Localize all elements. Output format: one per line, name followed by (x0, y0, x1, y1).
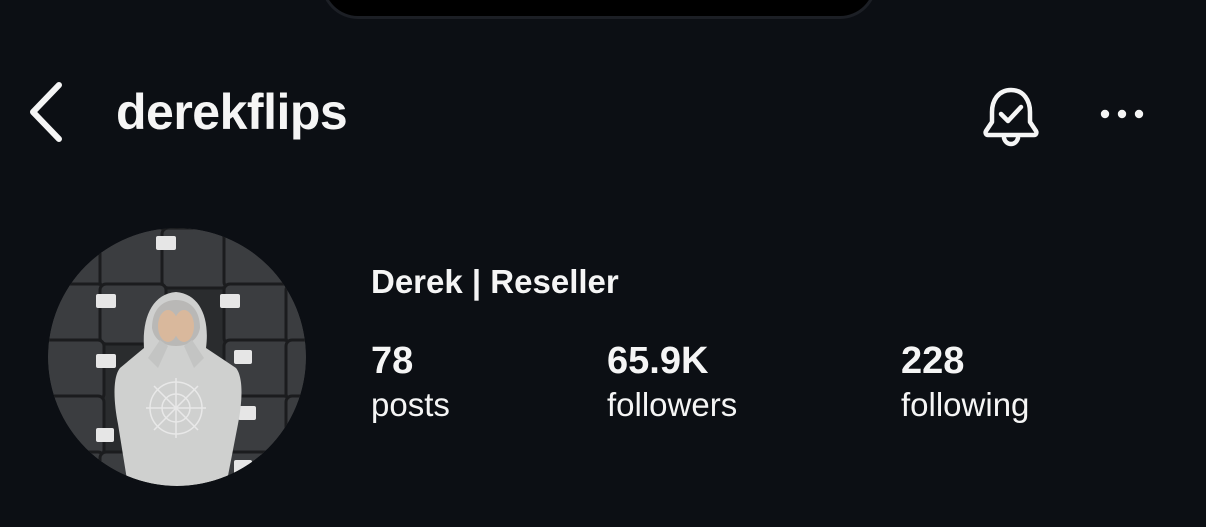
posts-count: 78 (371, 340, 414, 382)
profile-display-name: Derek | Reseller (371, 263, 619, 300)
posts-label: posts (371, 386, 450, 423)
profile-photo (48, 228, 306, 486)
more-options-button[interactable] (1094, 94, 1150, 134)
notifications-button[interactable] (976, 80, 1046, 150)
avatar[interactable] (48, 228, 306, 486)
chevron-left-icon (30, 82, 62, 142)
following-stat[interactable]: 228 following (901, 338, 1029, 426)
profile-screen: derekflips Derek | Reseller 78 posts 65.… (0, 0, 1206, 527)
following-label: following (901, 386, 1030, 423)
followers-stat[interactable]: 65.9K followers (607, 338, 737, 426)
posts-stat[interactable]: 78 posts (371, 338, 450, 426)
more-horizontal-icon (1100, 109, 1144, 119)
followers-count: 65.9K (607, 340, 709, 382)
followers-label: followers (607, 386, 738, 423)
profile-username: derekflips (116, 84, 348, 140)
dynamic-island (324, 0, 874, 16)
following-count: 228 (901, 340, 965, 382)
back-button[interactable] (24, 80, 68, 144)
bell-check-icon (983, 87, 1039, 147)
